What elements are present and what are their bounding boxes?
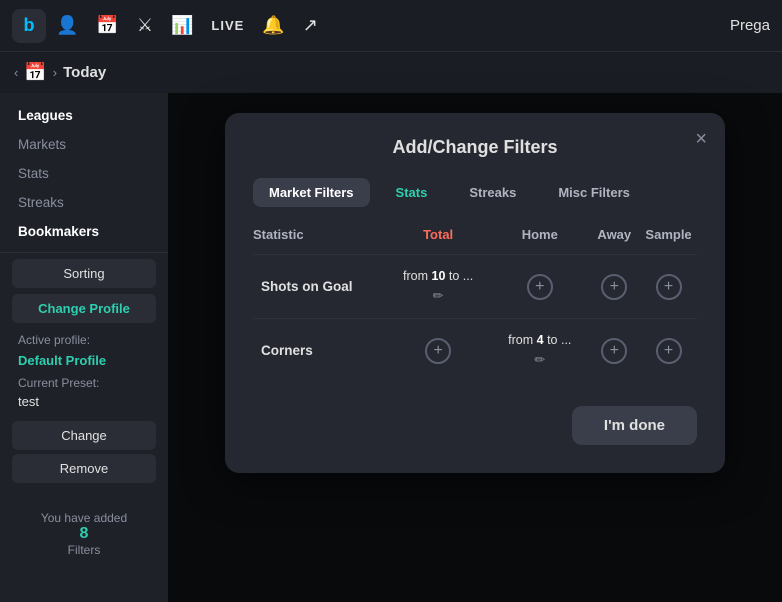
breadcrumb: ‹ 📅 › Today bbox=[0, 52, 782, 93]
shots-home-add-button[interactable]: + bbox=[527, 274, 553, 300]
today-label: Today bbox=[63, 64, 106, 81]
change-button[interactable]: Change bbox=[12, 421, 156, 450]
done-btn-wrap: I'm done bbox=[253, 406, 697, 445]
modal-title: Add/Change Filters bbox=[253, 137, 697, 158]
corners-home-cell: from 4 to ... ✏ bbox=[491, 319, 588, 383]
shots-away-cell: + bbox=[588, 255, 640, 319]
sidebar-item-leagues[interactable]: Leagues bbox=[0, 101, 168, 130]
corners-away-cell: + bbox=[588, 319, 640, 383]
sidebar-divider-1 bbox=[0, 252, 168, 253]
col-total: Total bbox=[385, 227, 491, 255]
current-preset-label: Current Preset: bbox=[0, 374, 168, 392]
forward-arrow[interactable]: › bbox=[53, 65, 57, 80]
shots-total-cell: from 10 to ... ✏ bbox=[385, 255, 491, 319]
sidebar-item-streaks[interactable]: Streaks bbox=[0, 188, 168, 217]
done-button[interactable]: I'm done bbox=[572, 406, 697, 445]
modal-overlay: × Add/Change Filters Market Filters Stat… bbox=[168, 93, 782, 602]
stat-corners: Corners bbox=[253, 319, 385, 383]
shots-total-text: from 10 to ... bbox=[403, 269, 473, 283]
modal-tabs: Market Filters Stats Streaks Misc Filter… bbox=[253, 178, 697, 207]
col-sample: Sample bbox=[640, 227, 697, 255]
change-profile-button[interactable]: Change Profile bbox=[12, 294, 156, 323]
corners-away-add-button[interactable]: + bbox=[601, 338, 627, 364]
content-area: × Add/Change Filters Market Filters Stat… bbox=[168, 93, 782, 602]
sidebar-item-bookmakers[interactable]: Bookmakers bbox=[0, 217, 168, 246]
added-count: 8 bbox=[18, 525, 150, 543]
vs-icon[interactable]: ⚔ bbox=[137, 15, 153, 36]
top-nav: b 👤 📅 ⚔ 📊 LIVE 🔔 ↗ Prega bbox=[0, 0, 782, 52]
corners-home-text: from 4 to ... bbox=[508, 333, 571, 347]
user-name: Prega bbox=[730, 17, 770, 34]
user-icon[interactable]: 👤 bbox=[56, 15, 78, 36]
corners-total-add-button[interactable]: + bbox=[425, 338, 451, 364]
calendar-icon[interactable]: 📅 bbox=[96, 15, 118, 36]
stat-shots-on-goal: Shots on Goal bbox=[253, 255, 385, 319]
corners-sample-cell: + bbox=[640, 319, 697, 383]
shots-away-add-button[interactable]: + bbox=[601, 274, 627, 300]
tab-streaks[interactable]: Streaks bbox=[453, 178, 532, 207]
corners-total-cell: + bbox=[385, 319, 491, 383]
sidebar-bottom: You have added 8 Filters bbox=[0, 503, 168, 565]
shots-total-edit-icon[interactable]: ✏ bbox=[433, 288, 444, 304]
remove-button[interactable]: Remove bbox=[12, 454, 156, 483]
filters-table: Statistic Total Home Away Sample Shots o… bbox=[253, 227, 697, 382]
logo[interactable]: b bbox=[12, 9, 46, 43]
active-profile-value: Default Profile bbox=[0, 351, 168, 374]
corners-sample-add-button[interactable]: + bbox=[656, 338, 682, 364]
shots-home-cell: + bbox=[491, 255, 588, 319]
tab-market-filters[interactable]: Market Filters bbox=[253, 178, 370, 207]
modal-close-button[interactable]: × bbox=[695, 129, 707, 149]
tab-stats[interactable]: Stats bbox=[380, 178, 444, 207]
sorting-button[interactable]: Sorting bbox=[12, 259, 156, 288]
stats-icon[interactable]: 📊 bbox=[171, 15, 193, 36]
corners-home-edit-icon[interactable]: ✏ bbox=[534, 352, 545, 368]
add-change-filters-modal: × Add/Change Filters Market Filters Stat… bbox=[225, 113, 725, 473]
added-label: You have added bbox=[41, 511, 127, 525]
active-profile-label: Active profile: bbox=[0, 329, 168, 351]
tab-misc-filters[interactable]: Misc Filters bbox=[542, 178, 646, 207]
bell-icon[interactable]: 🔔 bbox=[262, 15, 284, 36]
calendar-small-icon: 📅 bbox=[24, 62, 46, 83]
corners-home-value: from 4 to ... ✏ bbox=[499, 333, 580, 368]
shots-total-value: from 10 to ... ✏ bbox=[393, 269, 483, 304]
sidebar-item-markets[interactable]: Markets bbox=[0, 130, 168, 159]
live-label[interactable]: LIVE bbox=[211, 18, 244, 33]
back-arrow[interactable]: ‹ bbox=[14, 65, 18, 80]
shots-sample-cell: + bbox=[640, 255, 697, 319]
sidebar-item-stats[interactable]: Stats bbox=[0, 159, 168, 188]
col-home: Home bbox=[491, 227, 588, 255]
col-away: Away bbox=[588, 227, 640, 255]
col-statistic: Statistic bbox=[253, 227, 385, 255]
sidebar: Leagues Markets Stats Streaks Bookmakers… bbox=[0, 93, 168, 602]
main-layout: Leagues Markets Stats Streaks Bookmakers… bbox=[0, 93, 782, 602]
table-row: Shots on Goal from 10 to ... ✏ bbox=[253, 255, 697, 319]
share-icon[interactable]: ↗ bbox=[303, 15, 318, 36]
filters-label: Filters bbox=[68, 543, 101, 557]
table-row: Corners + from 4 to ... bbox=[253, 319, 697, 383]
shots-sample-add-button[interactable]: + bbox=[656, 274, 682, 300]
current-preset-value: test bbox=[0, 392, 168, 417]
